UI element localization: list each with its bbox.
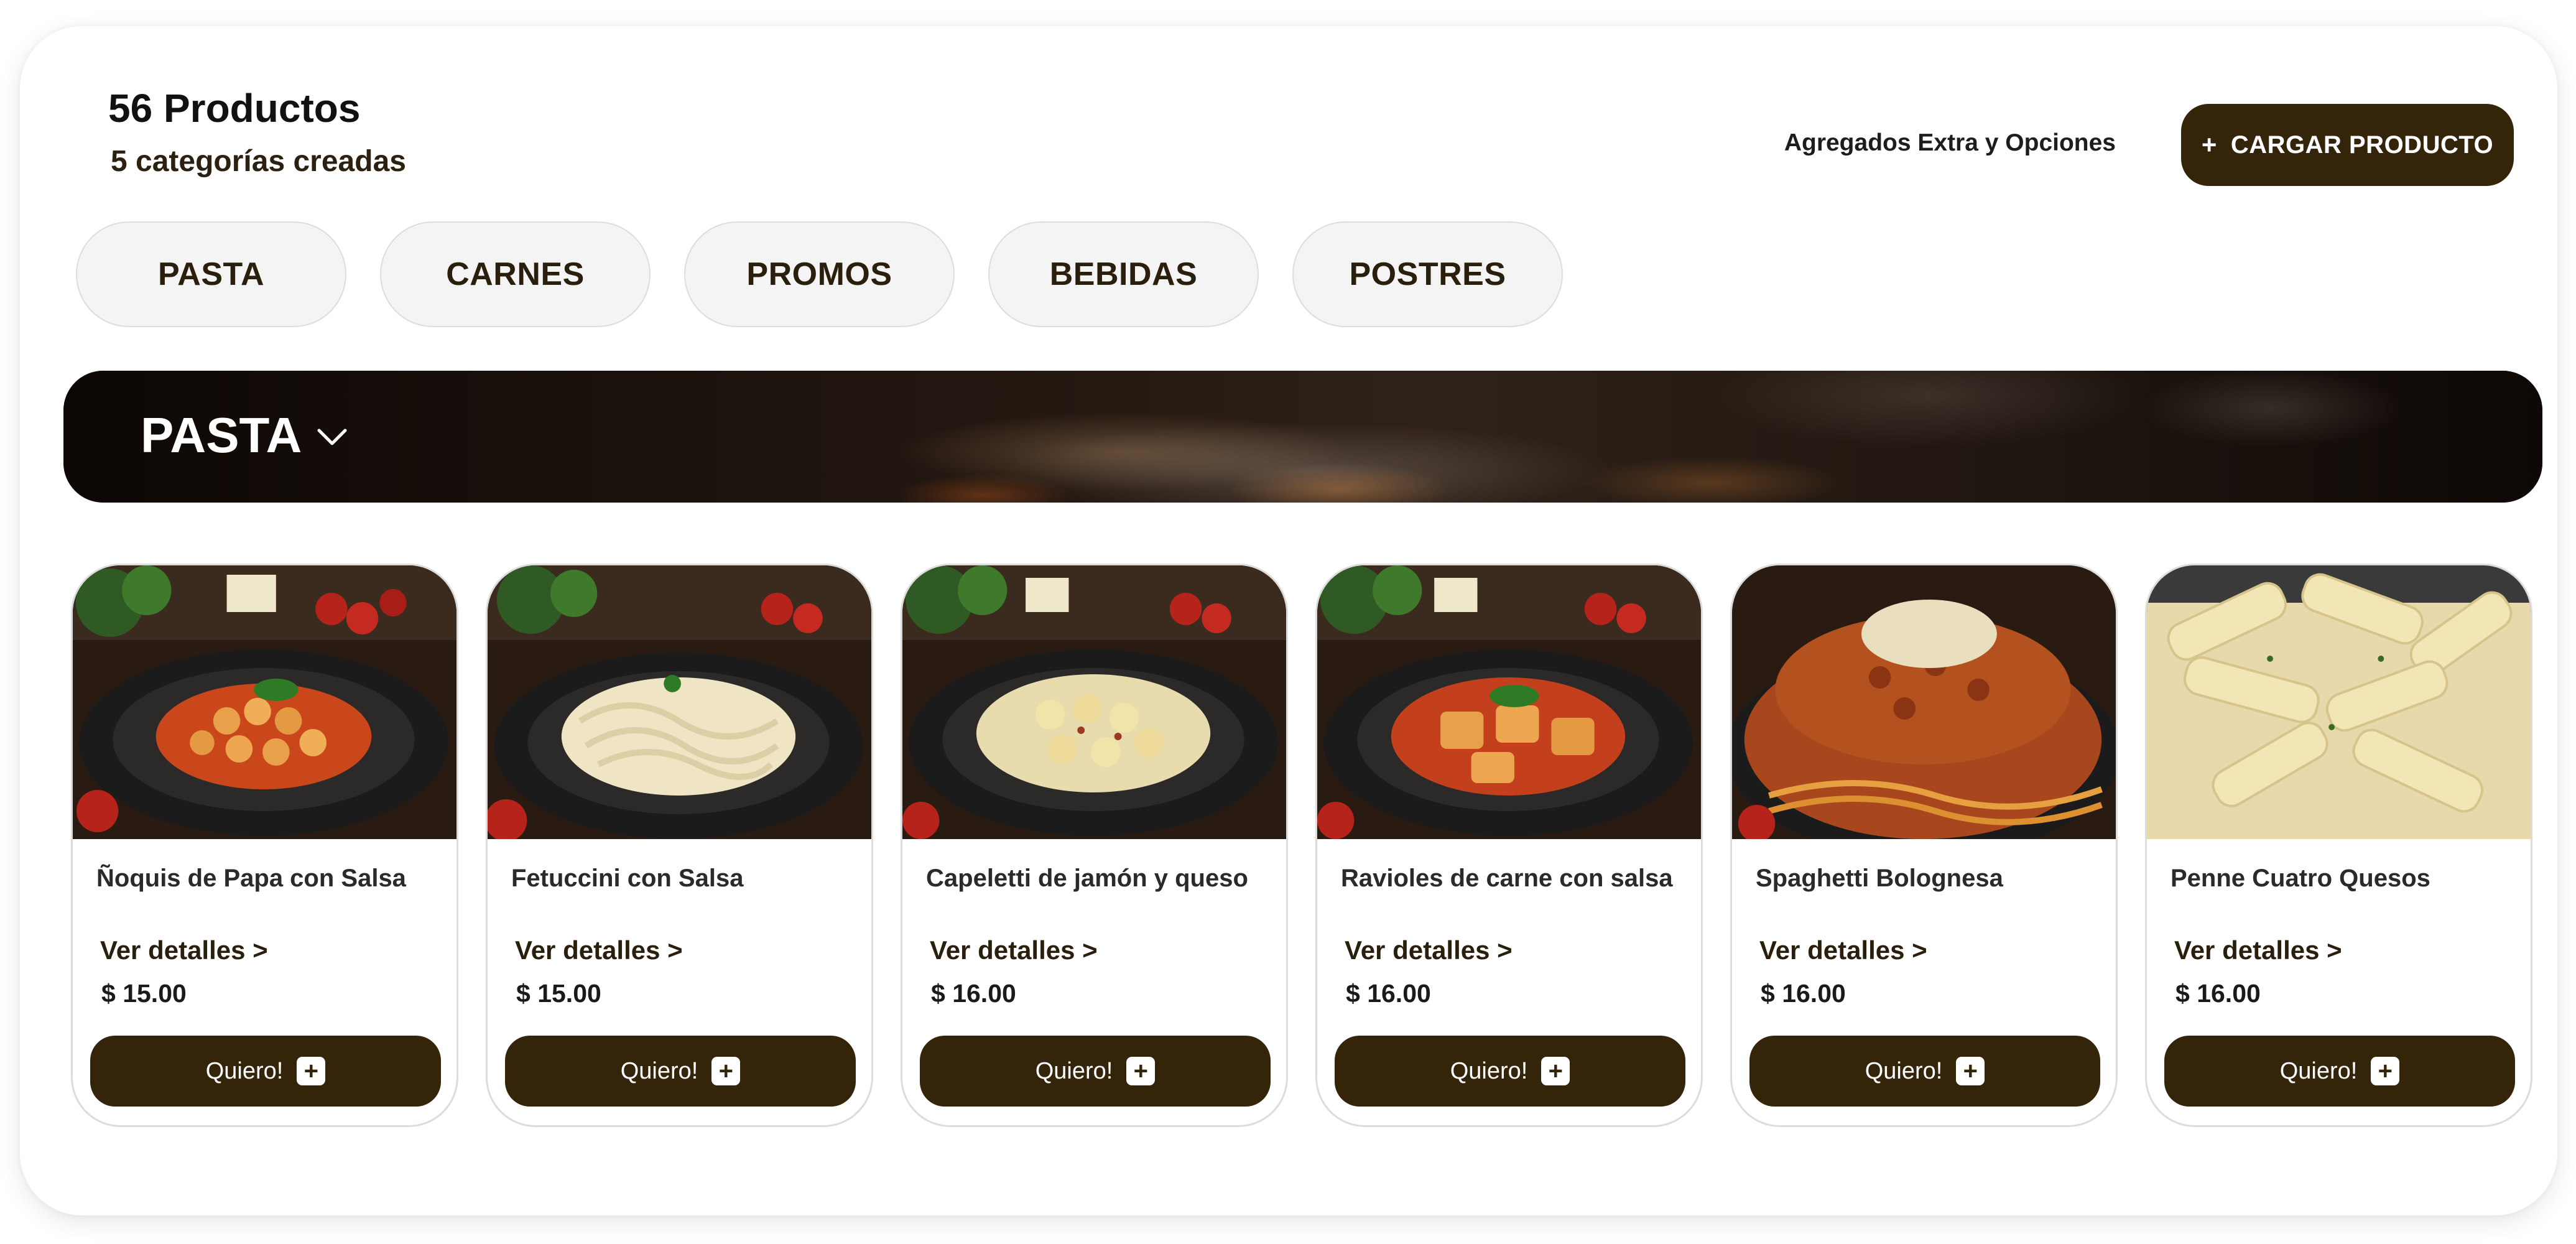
product-card[interactable]: Penne Cuatro Quesos Ver detalles > $ 16.… [2145, 564, 2532, 1127]
product-price: $ 16.00 [931, 979, 1016, 1008]
extras-options-link[interactable]: Agregados Extra y Opciones [1784, 131, 2116, 155]
product-price: $ 16.00 [1346, 979, 1431, 1008]
category-tab-carnes[interactable]: CARNES [380, 221, 651, 327]
product-price: $ 15.00 [101, 979, 187, 1008]
order-button[interactable]: Quiero! + [505, 1036, 856, 1107]
order-button[interactable]: Quiero! + [1749, 1036, 2100, 1107]
view-details-link[interactable]: Ver detalles > [1345, 937, 1513, 963]
category-section-header[interactable]: PASTA [63, 371, 2542, 503]
order-button[interactable]: Quiero! + [2164, 1036, 2515, 1107]
add-product-button[interactable]: + CARGAR PRODUCTO [2181, 104, 2514, 186]
category-tab-promos[interactable]: PROMOS [684, 221, 955, 327]
order-button-label: Quiero! [620, 1057, 698, 1084]
section-title: PASTA [141, 407, 302, 463]
view-details-link[interactable]: Ver detalles > [930, 937, 1098, 963]
product-name: Penne Cuatro Quesos [2171, 865, 2430, 892]
order-button-label: Quiero! [1865, 1057, 1943, 1084]
order-button[interactable]: Quiero! + [920, 1036, 1271, 1107]
plus-icon: + [297, 1057, 326, 1085]
penne-image [2147, 565, 2531, 839]
product-card[interactable]: Capeletti de jamón y queso Ver detalles … [901, 564, 1288, 1127]
order-button[interactable]: Quiero! + [90, 1036, 441, 1107]
product-name: Capeletti de jamón y queso [926, 865, 1248, 892]
product-card[interactable]: Spaghetti Bolognesa Ver detalles > $ 16.… [1730, 564, 2118, 1127]
products-count-title: 56 Productos [108, 86, 361, 131]
product-card[interactable]: Fetuccini con Salsa Ver detalles > $ 15.… [486, 564, 873, 1127]
product-price: $ 15.00 [516, 979, 601, 1008]
plus-icon: + [2371, 1057, 2400, 1085]
plus-icon: + [2201, 130, 2217, 159]
fettuccine-image [488, 565, 871, 839]
product-price: $ 16.00 [2175, 979, 2261, 1008]
category-tab-pasta[interactable]: PASTA [76, 221, 346, 327]
banner-background-image [63, 371, 2542, 503]
gnocchi-image [73, 565, 456, 839]
product-grid: Ñoquis de Papa con Salsa Ver detalles > … [71, 564, 2534, 1127]
category-tab-bebidas[interactable]: BEBIDAS [988, 221, 1259, 327]
spaghetti-image [1732, 565, 2116, 839]
order-button-label: Quiero! [1450, 1057, 1528, 1084]
product-name: Spaghetti Bolognesa [1756, 865, 2003, 892]
view-details-link[interactable]: Ver detalles > [2174, 937, 2342, 963]
plus-icon: + [1541, 1057, 1570, 1085]
product-name: Ñoquis de Papa con Salsa [96, 865, 406, 892]
view-details-link[interactable]: Ver detalles > [515, 937, 683, 963]
product-name: Fetuccini con Salsa [511, 865, 744, 892]
view-details-link[interactable]: Ver detalles > [100, 937, 268, 963]
product-card[interactable]: Ñoquis de Papa con Salsa Ver detalles > … [71, 564, 458, 1127]
section-title-toggle[interactable]: PASTA [141, 411, 348, 460]
order-button-label: Quiero! [205, 1057, 284, 1084]
cappelletti-image [902, 565, 1286, 839]
product-name: Ravioles de carne con salsa [1341, 865, 1673, 892]
view-details-link[interactable]: Ver detalles > [1759, 937, 1927, 963]
categories-count-subtitle: 5 categorías creadas [111, 145, 406, 178]
products-panel: 56 Productos 5 categorías creadas Agrega… [20, 26, 2557, 1215]
order-button-label: Quiero! [2279, 1057, 2358, 1084]
category-tabs: PASTA CARNES PROMOS BEBIDAS POSTRES [76, 221, 1563, 327]
product-price: $ 16.00 [1761, 979, 1846, 1008]
ravioli-image [1317, 565, 1701, 839]
category-tab-postres[interactable]: POSTRES [1292, 221, 1563, 327]
product-card[interactable]: Ravioles de carne con salsa Ver detalles… [1315, 564, 1703, 1127]
chevron-down-icon [317, 429, 347, 445]
plus-icon: + [1956, 1057, 1985, 1085]
plus-icon: + [1126, 1057, 1156, 1085]
order-button[interactable]: Quiero! + [1335, 1036, 1685, 1107]
plus-icon: + [711, 1057, 741, 1085]
order-button-label: Quiero! [1035, 1057, 1113, 1084]
add-product-label: CARGAR PRODUCTO [2230, 131, 2494, 159]
